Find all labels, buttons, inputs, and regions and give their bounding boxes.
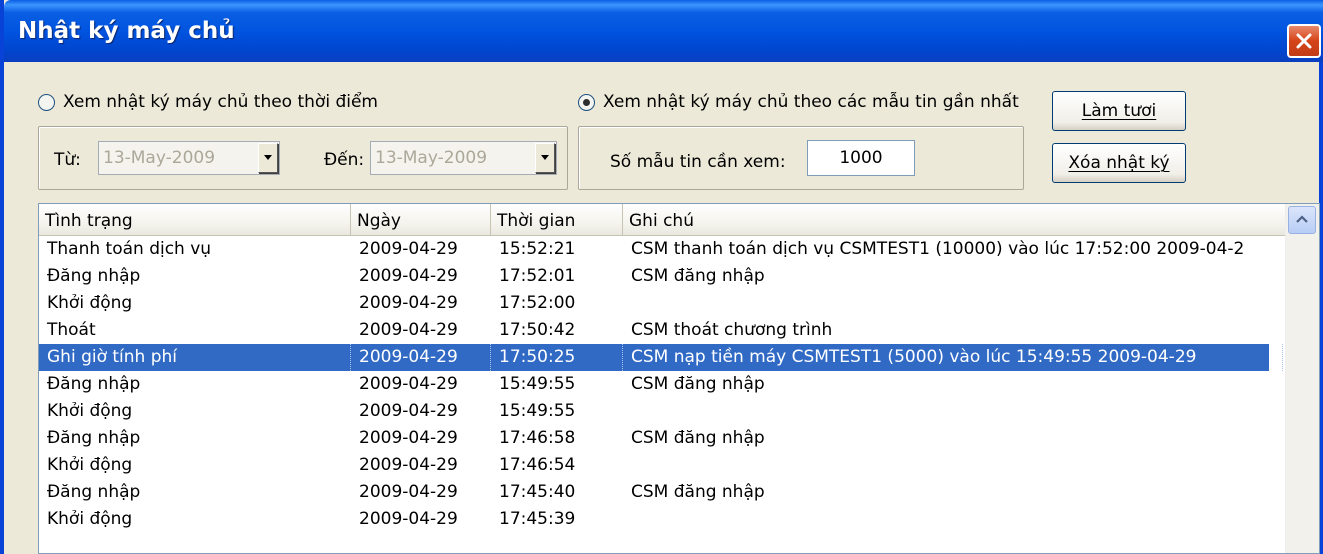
cell-status: Khởi động: [47, 509, 133, 529]
cell-time: 17:45:39: [499, 509, 576, 529]
cell-date: 2009-04-29: [359, 482, 458, 502]
cell-note: [623, 452, 1283, 479]
vertical-scrollbar[interactable]: [1285, 204, 1319, 553]
column-time[interactable]: Thời gian: [491, 204, 623, 235]
refresh-button-label: Làm tươi: [1081, 101, 1157, 121]
clear-log-button-label: Xóa nhật ký: [1068, 153, 1170, 173]
cell-time: 17:46:54: [499, 455, 576, 475]
from-date-dropdown[interactable]: [258, 143, 278, 173]
from-label: Từ:: [54, 150, 81, 170]
cell-time: 17:52:00: [499, 293, 576, 313]
cell-status: Thoát: [47, 320, 96, 340]
cell-note: [623, 506, 1283, 533]
table-row[interactable]: Khởi động 2009-04-29 15:49:55: [39, 398, 1269, 425]
cell-note: CSM đăng nhập: [631, 266, 765, 286]
from-date-value: 13-May-2009: [103, 148, 216, 168]
to-date-combo[interactable]: 13-May-2009: [370, 141, 557, 175]
cell-status: Đăng nhập: [47, 266, 141, 286]
cell-note: CSM đăng nhập: [631, 428, 765, 448]
cell-note: [623, 398, 1283, 425]
table-row[interactable]: Ghi giờ tính phí 2009-04-29 17:50:25 CSM nạ…: [39, 344, 1283, 371]
cell-time: 15:49:55: [499, 401, 576, 421]
cell-status: Thanh toán dịch vụ: [47, 239, 212, 259]
cell-date: 2009-04-29: [359, 320, 458, 340]
cell-time: 17:46:58: [499, 428, 576, 448]
table-body: Thanh toán dịch vụ 2009-04-29 15:52:21 CSM …: [39, 236, 1283, 533]
title-bar[interactable]: Nhật ký máy chủ: [4, 0, 1323, 62]
cell-note: [623, 290, 1283, 317]
clear-log-button[interactable]: Xóa nhật ký: [1052, 143, 1186, 183]
cell-date: 2009-04-29: [359, 428, 458, 448]
close-button[interactable]: [1287, 24, 1321, 58]
radio-time-option[interactable]: Xem nhật ký máy chủ theo thời điểm: [38, 92, 378, 112]
cell-time: 15:49:55: [499, 374, 576, 394]
cell-status: Khởi động: [47, 401, 133, 421]
table-row[interactable]: Đăng nhập 2009-04-29 17:46:58 CSM đăng nhập: [39, 425, 1269, 452]
table-row[interactable]: Đăng nhập 2009-04-29 15:49:55 CSM đăng nhập: [39, 371, 1269, 398]
cell-date: 2009-04-29: [359, 509, 458, 529]
column-date[interactable]: Ngày: [351, 204, 491, 235]
chevron-down-icon: [264, 155, 272, 160]
cell-status: Khởi động: [47, 293, 133, 313]
scroll-up-button[interactable]: [1288, 206, 1316, 234]
cell-status: Đăng nhập: [47, 482, 141, 502]
record-count-input[interactable]: [807, 140, 915, 176]
cell-note: CSM thanh toán dịch vụ CSMTEST1 (10000) …: [631, 239, 1245, 259]
table-row[interactable]: Khởi động 2009-04-29 17:46:54: [39, 452, 1269, 479]
to-date-dropdown[interactable]: [535, 143, 555, 173]
scroll-up-icon: [1296, 215, 1308, 223]
table-header: Tình trạng Ngày Thời gian Ghi chú: [39, 204, 1319, 236]
cell-date: 2009-04-29: [359, 374, 458, 394]
cell-status: Đăng nhập: [47, 374, 141, 394]
count-label: Số mẫu tin cần xem:: [610, 152, 786, 172]
refresh-button[interactable]: Làm tươi: [1052, 91, 1186, 131]
table-row[interactable]: Thanh toán dịch vụ 2009-04-29 15:52:21 CSM …: [39, 236, 1269, 263]
cell-status: Khởi động: [47, 455, 133, 475]
cell-date: 2009-04-29: [351, 344, 491, 371]
cell-note: CSM thoát chương trình: [631, 320, 833, 340]
radio-recent[interactable]: [578, 93, 595, 111]
cell-status: Đăng nhập: [47, 428, 141, 448]
cell-note: CSM đăng nhập: [631, 482, 765, 502]
from-date-combo[interactable]: 13-May-2009: [98, 141, 280, 175]
window-title: Nhật ký máy chủ: [18, 18, 235, 44]
cell-date: 2009-04-29: [359, 401, 458, 421]
cell-time: 17:50:42: [499, 320, 576, 340]
cell-date: 2009-04-29: [359, 266, 458, 286]
cell-time: 17:52:01: [499, 266, 576, 286]
to-date-value: 13-May-2009: [375, 148, 488, 168]
cell-time: 17:45:40: [499, 482, 576, 502]
cell-status: Ghi giờ tính phí: [39, 344, 351, 371]
radio-time-label: Xem nhật ký máy chủ theo thời điểm: [63, 92, 378, 112]
cell-date: 2009-04-29: [359, 293, 458, 313]
radio-time[interactable]: [38, 93, 55, 111]
to-label: Đến:: [324, 150, 365, 170]
record-count-field[interactable]: [808, 141, 914, 175]
cell-date: 2009-04-29: [359, 455, 458, 475]
cell-note: CSM đăng nhập: [631, 374, 765, 394]
chevron-down-icon: [541, 155, 549, 160]
table-row[interactable]: Khởi động 2009-04-29 17:52:00: [39, 290, 1269, 317]
cell-note: CSM nạp tiền máy CSMTEST1 (5000) vào lúc…: [623, 344, 1283, 371]
table-row[interactable]: Khởi động 2009-04-29 17:45:39: [39, 506, 1269, 533]
table-row[interactable]: Đăng nhập 2009-04-29 17:52:01 CSM đăng nhập: [39, 263, 1269, 290]
radio-recent-option[interactable]: Xem nhật ký máy chủ theo các mẫu tin gần…: [578, 92, 1019, 112]
table-row[interactable]: Thoát 2009-04-29 17:50:42 CSM thoát chương …: [39, 317, 1269, 344]
column-note[interactable]: Ghi chú: [623, 204, 1287, 235]
radio-recent-label: Xem nhật ký máy chủ theo các mẫu tin gần…: [603, 92, 1019, 112]
cell-time: 17:50:25: [491, 344, 623, 371]
log-table[interactable]: Tình trạng Ngày Thời gian Ghi chú Thanh …: [38, 203, 1320, 554]
cell-time: 15:52:21: [499, 239, 576, 259]
column-status[interactable]: Tình trạng: [39, 204, 351, 235]
table-row[interactable]: Đăng nhập 2009-04-29 17:45:40 CSM đăng nhập: [39, 479, 1269, 506]
close-icon: [1296, 33, 1312, 49]
cell-date: 2009-04-29: [359, 239, 458, 259]
server-log-window: Nhật ký máy chủ Xem nhật ký máy chủ theo…: [0, 0, 1323, 554]
